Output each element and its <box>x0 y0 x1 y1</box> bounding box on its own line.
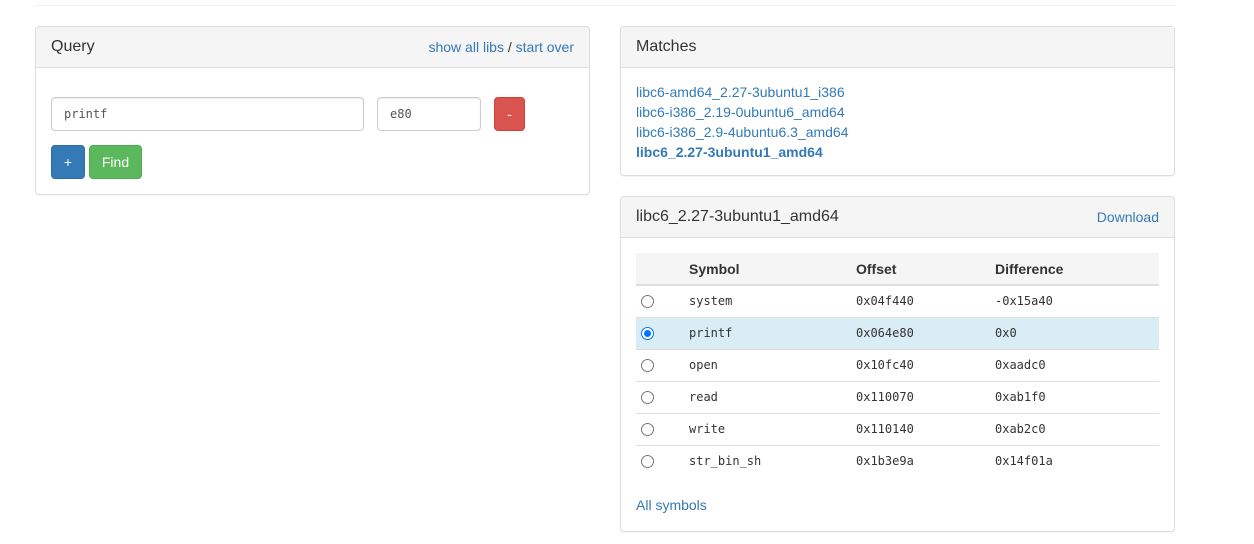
symbol-cell: read <box>681 380 848 413</box>
symbol-address-input[interactable] <box>377 97 481 131</box>
difference-cell: 0xab1f0 <box>987 380 1159 413</box>
symbol-cell: str_bin_sh <box>681 444 848 477</box>
query-title: Query <box>51 38 95 55</box>
matches-panel-heading: Matches <box>621 27 1174 68</box>
offset-cell: 0x110070 <box>848 380 987 413</box>
link-separator: / <box>507 39 512 55</box>
remove-row-button[interactable]: - <box>494 97 525 131</box>
table-header-row: Symbol Offset Difference <box>636 253 1159 286</box>
matches-title: Matches <box>636 38 697 55</box>
offset-cell: 0x064e80 <box>848 316 987 349</box>
find-button[interactable]: Find <box>89 145 142 179</box>
symbol-cell: write <box>681 412 848 445</box>
add-row-button[interactable]: + <box>51 145 85 179</box>
difference-cell: 0x14f01a <box>987 444 1159 477</box>
show-all-libs-link[interactable]: show all libs <box>428 39 503 55</box>
match-item[interactable]: libc6-i386_2.19-0ubuntu6_amd64 <box>636 102 1159 122</box>
header-offset: Offset <box>848 253 987 286</box>
matches-panel: Matches libc6-amd64_2.27-3ubuntu1_i386 l… <box>620 26 1175 176</box>
all-symbols-link[interactable]: All symbols <box>636 497 707 513</box>
offset-cell: 0x04f440 <box>848 284 987 317</box>
query-panel: Query show all libs / start over - + Fin… <box>35 26 590 195</box>
row-radio[interactable] <box>641 391 654 404</box>
match-item[interactable]: libc6-i386_2.9-4ubuntu6.3_amd64 <box>636 122 1159 142</box>
offset-cell: 0x10fc40 <box>848 348 987 381</box>
download-link[interactable]: Download <box>1097 209 1159 225</box>
offset-cell: 0x1b3e9a <box>848 444 987 477</box>
difference-cell: 0x0 <box>987 316 1159 349</box>
table-row[interactable]: str_bin_sh 0x1b3e9a 0x14f01a <box>636 444 1159 477</box>
symbol-name-input[interactable] <box>51 97 364 131</box>
difference-cell: 0xaadc0 <box>987 348 1159 381</box>
query-header-links: show all libs / start over <box>428 39 574 55</box>
row-radio-checked[interactable] <box>641 327 654 340</box>
offset-cell: 0x110140 <box>848 412 987 445</box>
query-panel-heading: Query show all libs / start over <box>36 27 589 68</box>
header-difference: Difference <box>987 253 1159 286</box>
symbol-cell: printf <box>681 316 848 349</box>
symbols-table: Symbol Offset Difference system 0x04f440… <box>636 253 1159 477</box>
table-row-selected[interactable]: printf 0x064e80 0x0 <box>636 316 1159 349</box>
table-row[interactable]: write 0x110140 0xab2c0 <box>636 412 1159 445</box>
library-panel-heading: libc6_2.27-3ubuntu1_amd64 Download <box>621 197 1174 238</box>
table-row[interactable]: read 0x110070 0xab1f0 <box>636 380 1159 413</box>
match-item[interactable]: libc6-amd64_2.27-3ubuntu1_i386 <box>636 82 1159 102</box>
header-symbol: Symbol <box>681 253 848 286</box>
start-over-link[interactable]: start over <box>516 39 574 55</box>
header-select <box>636 253 681 286</box>
row-radio[interactable] <box>641 295 654 309</box>
match-list: libc6-amd64_2.27-3ubuntu1_i386 libc6-i38… <box>621 68 1174 176</box>
table-row[interactable]: open 0x10fc40 0xaadc0 <box>636 348 1159 381</box>
row-radio[interactable] <box>641 455 654 469</box>
library-title: libc6_2.27-3ubuntu1_amd64 <box>636 208 839 225</box>
symbol-cell: system <box>681 284 848 317</box>
row-radio[interactable] <box>641 359 654 372</box>
row-radio[interactable] <box>641 423 654 436</box>
top-divider <box>35 5 1175 6</box>
difference-cell: 0xab2c0 <box>987 412 1159 445</box>
match-item-active[interactable]: libc6_2.27-3ubuntu1_amd64 <box>636 142 1159 162</box>
library-detail-panel: libc6_2.27-3ubuntu1_amd64 Download Symbo… <box>620 196 1175 532</box>
symbol-cell: open <box>681 348 848 381</box>
table-row[interactable]: system 0x04f440 -0x15a40 <box>636 284 1159 317</box>
difference-cell: -0x15a40 <box>987 284 1159 317</box>
